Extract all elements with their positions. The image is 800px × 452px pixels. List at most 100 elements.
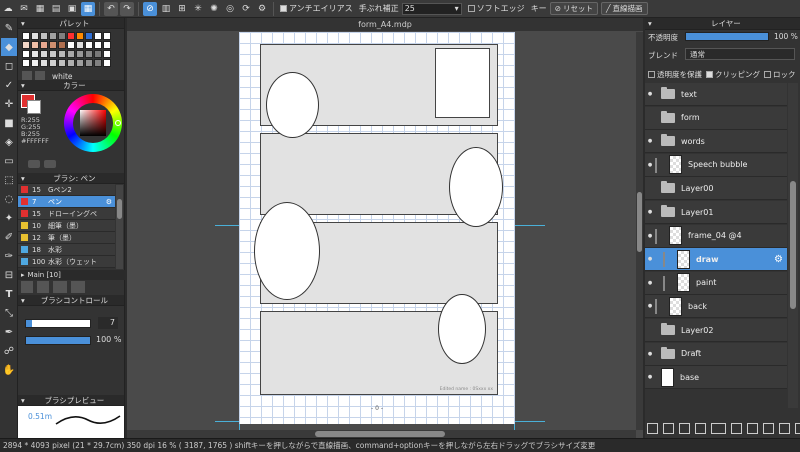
check-tool-icon[interactable]: ✓ — [1, 76, 17, 94]
duplicate-layer-icon[interactable] — [747, 423, 758, 434]
layer-row[interactable]: ● Speech bubble — [645, 153, 787, 177]
fill-tool-icon[interactable]: ◈ — [1, 133, 17, 151]
new-layer-1bit-icon[interactable] — [679, 423, 690, 434]
palette-swatch[interactable] — [58, 50, 66, 58]
comment-icon[interactable]: ✉ — [17, 2, 31, 16]
speech-bubble[interactable] — [254, 202, 320, 300]
speech-bubble[interactable] — [449, 147, 503, 227]
operation-tool-icon[interactable]: ⤡ — [1, 304, 17, 322]
snap-parallel-icon[interactable]: ▥ — [159, 2, 173, 16]
palette-swatch[interactable] — [67, 32, 75, 40]
copy-brush-icon[interactable] — [37, 281, 49, 293]
clipping-checkbox[interactable]: クリッピング — [706, 69, 760, 80]
grid-toggle-icon[interactable]: ▦ — [33, 2, 47, 16]
palette-swatch[interactable] — [22, 32, 30, 40]
palette-swatch[interactable] — [49, 50, 57, 58]
palette-swatch[interactable] — [22, 41, 30, 49]
brush-item[interactable]: 12 筆（墨） — [18, 232, 115, 244]
gear-icon[interactable]: ⚙ — [106, 198, 112, 206]
reset-button[interactable]: ⊘ リセット — [549, 2, 598, 15]
eraser-tool-icon[interactable]: ◆ — [1, 38, 17, 56]
palette-swatch[interactable] — [94, 50, 102, 58]
eyedropper-tool-icon[interactable]: ✒ — [1, 323, 17, 341]
divide-tool-icon[interactable]: ⊟ — [1, 266, 17, 284]
palette-swatch[interactable] — [103, 41, 111, 49]
background-color[interactable] — [27, 100, 41, 114]
magic-wand-icon[interactable]: ✦ — [1, 209, 17, 227]
palette-swatch[interactable] — [40, 32, 48, 40]
comic-frame-inset[interactable] — [435, 48, 490, 118]
palette-swatch[interactable] — [40, 50, 48, 58]
visibility-eye-icon[interactable]: ● — [645, 138, 655, 144]
palette-swatch[interactable] — [31, 50, 39, 58]
palette-swatch[interactable] — [31, 59, 39, 67]
palette-swatch[interactable] — [31, 41, 39, 49]
palette-swatch[interactable] — [85, 32, 93, 40]
layer-row[interactable]: ● text — [645, 83, 787, 106]
document-tab[interactable]: form_A4.mdp — [127, 18, 643, 31]
select-eraser-icon[interactable]: ✑ — [1, 247, 17, 265]
palette-swatch[interactable] — [58, 32, 66, 40]
palette-swatch[interactable] — [49, 32, 57, 40]
brush-item[interactable]: 10 細筆（墨） — [18, 220, 115, 232]
palette-swatch[interactable] — [49, 41, 57, 49]
palette-swatch[interactable] — [85, 59, 93, 67]
palette-swatch[interactable] — [49, 59, 57, 67]
palette-swatch[interactable] — [103, 50, 111, 58]
visibility-eye-icon[interactable]: ● — [645, 374, 655, 380]
new-layer-menu-icon[interactable] — [711, 423, 726, 434]
new-layer-icon[interactable] — [647, 423, 658, 434]
gear-icon[interactable]: ⚙ — [774, 254, 783, 265]
brush-item[interactable]: 7 ペン ⚙ — [18, 196, 115, 208]
marquee-tool-icon[interactable]: ⬚ — [1, 171, 17, 189]
lasso-tool-icon[interactable]: ◌ — [1, 190, 17, 208]
snap-cross-icon[interactable]: ⊞ — [175, 2, 189, 16]
layer-scrollbar[interactable] — [788, 83, 798, 408]
text-tool-icon[interactable]: T — [1, 285, 17, 303]
brush-item[interactable]: 15 ドローイングペ — [18, 208, 115, 220]
cloud-icon[interactable]: ☁ — [1, 2, 15, 16]
select-pen-icon[interactable]: ✐ — [1, 228, 17, 246]
visibility-eye-icon[interactable]: ● — [645, 303, 655, 309]
manga-page[interactable]: Edited name : 0Sxxx xx - 0 - — [239, 32, 515, 424]
new-halftone-layer-icon[interactable] — [695, 423, 706, 434]
layer-row[interactable]: Layer00 — [645, 177, 787, 201]
color-wheel[interactable] — [64, 94, 122, 152]
visibility-eye-icon[interactable]: ● — [645, 280, 655, 286]
saturation-square[interactable] — [80, 110, 106, 136]
hand-tool-icon[interactable]: ✋ — [1, 361, 17, 379]
palette-swatch[interactable] — [76, 41, 84, 49]
soft-edge-checkbox[interactable]: ソフトエッジ — [467, 3, 525, 14]
panel-toggle-icon[interactable]: ▣ — [65, 2, 79, 16]
layer-row[interactable]: ● frame_04 @4 — [645, 224, 787, 248]
undo-icon[interactable]: ↶ — [104, 1, 118, 16]
snap-off-icon[interactable]: ⊘ — [143, 1, 157, 16]
palette-swatch[interactable] — [85, 41, 93, 49]
snap-vanish-icon[interactable]: ✳ — [191, 2, 205, 16]
palette-swatch[interactable] — [85, 50, 93, 58]
palette-swatch[interactable] — [67, 59, 75, 67]
straight-line-button[interactable]: ╱ 直線描画 — [600, 2, 648, 15]
canvas-vertical-scrollbar[interactable] — [636, 32, 643, 430]
brush-group[interactable]: ▸ Main [10] — [18, 270, 125, 280]
snap-curve-icon[interactable]: ⟳ — [239, 2, 253, 16]
move-tool-icon[interactable]: ✛ — [1, 95, 17, 113]
layer-row[interactable]: ● base — [645, 366, 787, 390]
layer-opacity-slider[interactable] — [685, 32, 769, 41]
brush-item[interactable]: 18 水彩 — [18, 244, 115, 256]
palette-swatch[interactable] — [76, 50, 84, 58]
new-folder-icon[interactable] — [731, 423, 742, 434]
visibility-eye-icon[interactable]: ● — [645, 351, 655, 357]
palette-swatch[interactable] — [67, 50, 75, 58]
blend-tool-icon[interactable]: ☍ — [1, 342, 17, 360]
delete-layer-icon[interactable] — [779, 423, 790, 434]
visibility-eye-icon[interactable]: ● — [645, 233, 655, 239]
layer-row[interactable]: ● Draft — [645, 342, 787, 366]
redo-icon[interactable]: ↷ — [120, 1, 134, 16]
shape-tool-icon[interactable]: ■ — [1, 114, 17, 132]
palette-swatch[interactable] — [58, 59, 66, 67]
brush-menu-icon[interactable] — [53, 281, 67, 293]
canvas-area[interactable]: form_A4.mdp Edited name : 0Sxxx xx - 0 - — [127, 18, 643, 438]
slider-mode-icon[interactable] — [44, 160, 56, 168]
brush-item[interactable]: 100 水彩（ウェット — [18, 256, 115, 268]
